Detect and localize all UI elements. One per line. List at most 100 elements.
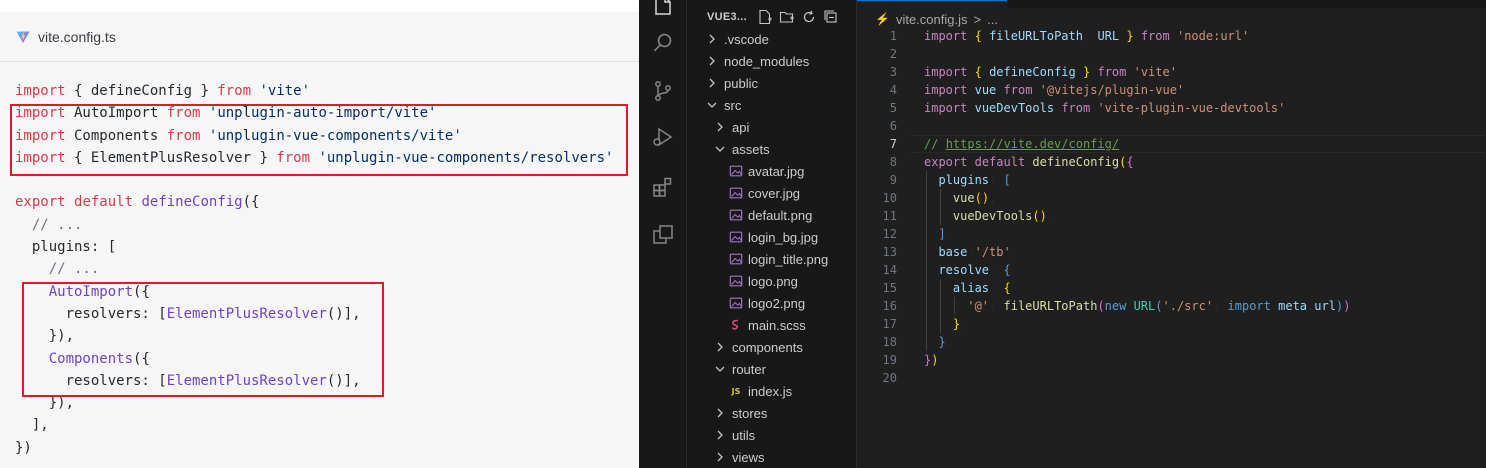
editor-code-line: vueDevTools(),: [924, 207, 1350, 225]
code-token: from: [276, 149, 311, 166]
code-token: // ...: [15, 261, 100, 278]
chevron-down-icon[interactable]: [712, 361, 728, 377]
doc-code-line: resolvers: [ElementPlusResolver()],: [15, 370, 613, 392]
code-token: ({: [242, 194, 260, 211]
code-token: [: [1003, 173, 1011, 187]
tree-file[interactable]: logo2.png: [687, 292, 857, 314]
code-token: base: [938, 245, 968, 259]
tree-item-label: src: [724, 97, 742, 113]
chevron-right-icon[interactable]: [712, 119, 728, 135]
line-number: 16: [882, 299, 897, 313]
code-token: './src': [1162, 299, 1214, 313]
editor-code-line: import { fileURLToPath, URL } from 'node…: [924, 27, 1350, 45]
refresh-icon[interactable]: [801, 9, 817, 25]
code-token: from: [1003, 83, 1033, 97]
workspace-title[interactable]: VUE3...: [707, 11, 747, 23]
tree-folder[interactable]: src: [687, 94, 857, 116]
code-token: from: [1140, 29, 1170, 43]
tree-folder[interactable]: stores: [687, 402, 857, 424]
code-token: 'vite-plugin-vue-devtools': [1097, 101, 1286, 115]
new-file-icon[interactable]: [757, 9, 773, 25]
tree-folder[interactable]: .vscode: [687, 28, 857, 50]
code-token: ): [931, 353, 939, 367]
code-token: https://vite.dev/config/: [945, 137, 1120, 151]
remote-explorer-icon[interactable]: [651, 223, 675, 247]
doc-code-line: }),: [15, 325, 613, 347]
tree-file[interactable]: login_bg.jpg: [687, 226, 857, 248]
extensions-icon[interactable]: [651, 175, 675, 199]
tree-folder[interactable]: views: [687, 446, 857, 468]
doc-code-line: import Components from 'unplugin-vue-com…: [15, 125, 613, 147]
doc-code-block: import { defineConfig } from 'vite' impor…: [15, 80, 613, 459]
files-icon[interactable]: [651, 0, 675, 18]
editor-code[interactable]: import { fileURLToPath, URL } from 'node…: [924, 27, 1350, 387]
image-file-icon: [728, 229, 744, 245]
code-token: ]: [938, 227, 946, 241]
tree-folder[interactable]: node_modules: [687, 50, 857, 72]
breadcrumb-file[interactable]: vite.config.js: [896, 12, 968, 27]
code-token: AutoImport: [65, 105, 167, 122]
chevron-right-icon[interactable]: [712, 427, 728, 443]
chevron-right-icon[interactable]: [712, 405, 728, 421]
code-token: //: [924, 137, 946, 151]
code-token: URL: [1097, 29, 1120, 43]
code-token: ({: [133, 283, 150, 300]
tree-file[interactable]: logo.png: [687, 270, 857, 292]
image-file-icon: [728, 295, 744, 311]
code-token: import: [15, 105, 66, 122]
tree-file[interactable]: cover.jpg: [687, 182, 857, 204]
line-number: 12: [882, 227, 897, 241]
code-token: url: [1314, 299, 1336, 313]
code-token: (: [1097, 299, 1105, 313]
search-icon[interactable]: [651, 31, 675, 55]
tree-file[interactable]: avatar.jpg: [687, 160, 857, 182]
doc-code-line: // ...: [15, 258, 613, 280]
tree-file[interactable]: default.png: [687, 204, 857, 226]
tree-folder[interactable]: utils: [687, 424, 857, 446]
tree-folder[interactable]: public: [687, 72, 857, 94]
line-number: 20: [882, 371, 897, 385]
tree-folder[interactable]: router: [687, 358, 857, 380]
chevron-right-icon[interactable]: [704, 75, 720, 91]
editor-tab-strip: [857, 0, 1486, 8]
tree-file[interactable]: main.scss: [687, 314, 857, 336]
tree-item-label: utils: [732, 427, 756, 443]
doc-code-line: import { ElementPlusResolver } from 'unp…: [15, 147, 613, 169]
code-token: default: [974, 155, 1026, 169]
code-token: }),: [15, 328, 75, 345]
code-token: (): [974, 191, 990, 205]
tree-file[interactable]: JS index.js: [687, 380, 857, 402]
editor-tab-active[interactable]: [857, 0, 1007, 8]
chevron-down-icon[interactable]: [712, 141, 728, 157]
tree-item-label: router: [732, 361, 766, 377]
chevron-down-icon[interactable]: [704, 97, 720, 113]
chevron-right-icon[interactable]: [704, 53, 720, 69]
line-number: 18: [882, 335, 897, 349]
code-token: {: [1003, 263, 1011, 277]
run-debug-icon[interactable]: [651, 125, 675, 149]
editor-code-line: base:'/tb',: [924, 243, 1350, 261]
source-control-icon[interactable]: [651, 79, 675, 103]
image-file-icon: [728, 273, 744, 289]
breadcrumb-more[interactable]: ...: [987, 12, 998, 27]
code-token: import: [1227, 299, 1271, 313]
collapse-all-icon[interactable]: [823, 9, 839, 25]
tree-folder[interactable]: assets: [687, 138, 857, 160]
tree-folder[interactable]: components: [687, 336, 857, 358]
doc-code-line: import { defineConfig } from 'vite': [15, 80, 613, 102]
chevron-right-icon[interactable]: [704, 31, 720, 47]
chevron-right-icon[interactable]: [712, 449, 728, 465]
chevron-right-icon[interactable]: [712, 339, 728, 355]
new-folder-icon[interactable]: [779, 9, 795, 25]
code-token: {: [974, 29, 982, 43]
tree-folder[interactable]: api: [687, 116, 857, 138]
tree-file[interactable]: login_title.png: [687, 248, 857, 270]
code-token: {: [1003, 281, 1011, 295]
code-token: // ...: [15, 216, 83, 233]
code-token: ,: [1046, 209, 1055, 223]
vite-icon: [16, 31, 30, 43]
